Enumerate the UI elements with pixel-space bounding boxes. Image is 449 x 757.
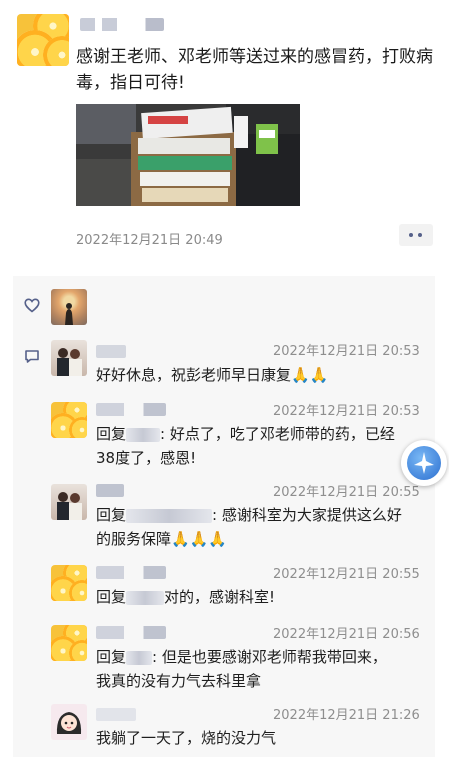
commenter-avatar[interactable]: [51, 340, 87, 376]
couple-photo-icon: [57, 492, 82, 520]
plane-icon: [414, 452, 434, 474]
heart-outline-icon: [24, 298, 40, 313]
medicine-boxes-image: [76, 104, 300, 206]
comment-line: 好好休息，祝彭老师早日康复: [96, 366, 292, 384]
comment-line: : 好点了，吃了邓老师带的药，已经: [160, 425, 395, 443]
comment-bubble-icon: [25, 350, 39, 363]
commenter-name[interactable]: [96, 403, 166, 416]
comment-line: 我真的没有力气去科里拿: [96, 672, 262, 690]
reply-target-name[interactable]: [126, 590, 165, 605]
comment-timestamp: 2022年12月21日 20:55: [273, 485, 420, 500]
poster-name[interactable]: [80, 18, 164, 31]
commenter-avatar[interactable]: [51, 704, 87, 740]
comment-timestamp: 2022年12月21日 20:53: [273, 404, 420, 419]
commenter-name[interactable]: [96, 626, 166, 639]
comment-line: 对的，感谢科室!: [164, 588, 276, 606]
comment-line: 我躺了一天了，烧的没力气: [96, 729, 277, 747]
comment-text: 回复 : 好点了，吃了邓老师带的药，已经 38度了，感恩!: [96, 422, 421, 470]
comment-timestamp: 2022年12月21日 20:53: [273, 344, 420, 359]
reply-prefix: 回复: [96, 648, 127, 666]
post-photo[interactable]: [76, 104, 300, 206]
commenter-name[interactable]: [96, 484, 124, 497]
commenter-name[interactable]: [96, 708, 136, 721]
assistive-touch-icon[interactable]: [401, 440, 447, 486]
comment-text: 回复 : 感谢科室为大家提供这么好 的服务保障🙏🙏🙏: [96, 503, 421, 551]
comment-text: 回复 : 但是也要感谢邓老师帮我带回来， 我真的没有力气去科里拿: [96, 645, 421, 693]
comment-timestamp: 2022年12月21日 20:55: [273, 567, 420, 582]
comment-line: : 感谢科室为大家提供这么好: [212, 506, 402, 524]
post-text: 感谢王老师、邓老师等送过来的感冒药，打败病毒，指日可待!: [76, 47, 433, 93]
sunset-person-icon: [65, 303, 73, 325]
comment-text: 好好休息，祝彭老师早日康复🙏🙏: [96, 363, 421, 387]
emoji-praying-hands: 🙏🙏: [291, 366, 329, 384]
comment-text: 我躺了一天了，烧的没力气: [96, 726, 421, 750]
couple-photo-icon: [57, 348, 82, 376]
commenter-avatar[interactable]: [51, 625, 87, 661]
comment-line: : 但是也要感谢邓老师帮我带回来，: [152, 648, 387, 666]
cartoon-girl-icon: [56, 712, 82, 734]
commenter-avatar[interactable]: [51, 565, 87, 601]
commenter-avatar[interactable]: [51, 402, 87, 438]
more-dots-icon[interactable]: [399, 224, 433, 246]
reply-prefix: 回复: [96, 425, 127, 443]
commenter-name[interactable]: [96, 345, 126, 358]
comment-text: 回复 对的，感谢科室!: [96, 585, 421, 609]
reply-prefix: 回复: [96, 506, 127, 524]
comment-timestamp: 2022年12月21日 20:56: [273, 627, 420, 642]
commenter-name[interactable]: [96, 566, 166, 579]
reply-prefix: 回复: [96, 588, 127, 606]
post-timestamp: 2022年12月21日 20:49: [76, 233, 223, 248]
reply-target-name[interactable]: [126, 650, 153, 665]
emoji-praying-hands: 🙏🙏🙏: [171, 530, 228, 548]
poster-avatar[interactable]: [17, 14, 69, 66]
commenter-avatar[interactable]: [51, 484, 87, 520]
reply-target-name[interactable]: [126, 427, 161, 442]
liker-avatar[interactable]: [51, 289, 87, 325]
comment-timestamp: 2022年12月21日 21:26: [273, 708, 420, 723]
reply-target-name[interactable]: [126, 508, 213, 523]
comment-line: 38度了，感恩!: [96, 449, 197, 467]
comment-line: 的服务保障: [96, 530, 172, 548]
